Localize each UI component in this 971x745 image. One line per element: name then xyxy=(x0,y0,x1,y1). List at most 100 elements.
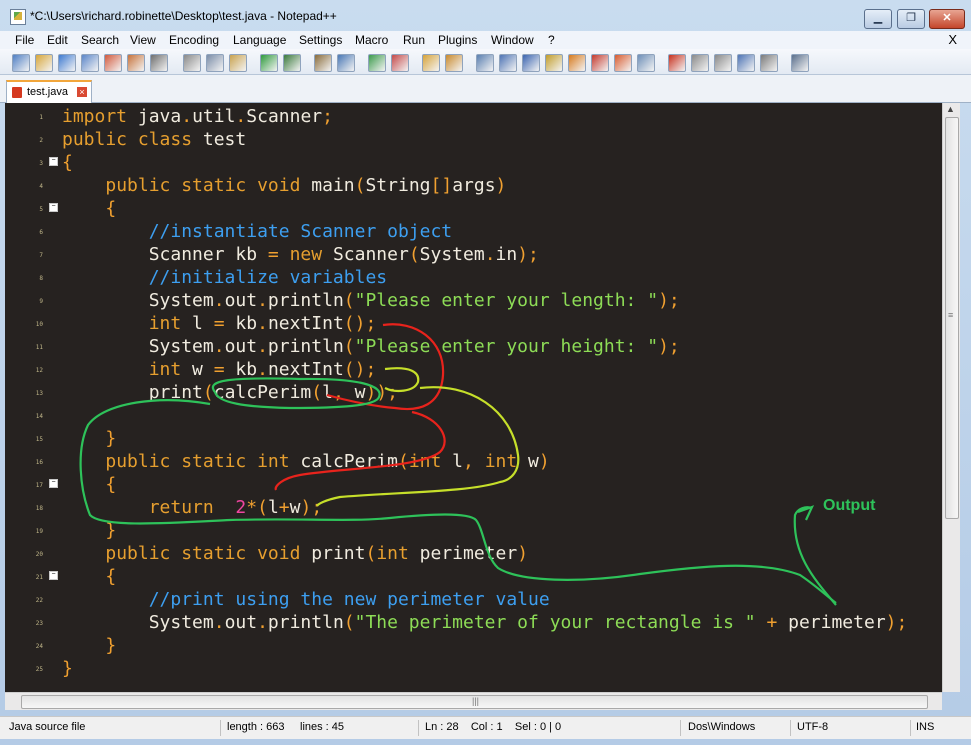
monitor-icon[interactable] xyxy=(637,54,655,72)
code-line[interactable]: public static int calcPerim(int l, int w… xyxy=(62,450,549,473)
fold-margin: − − − − xyxy=(45,103,60,692)
menu-encoding[interactable]: Encoding xyxy=(169,33,219,47)
menu-settings[interactable]: Settings xyxy=(299,33,342,47)
close-all-icon[interactable] xyxy=(127,54,145,72)
close-icon[interactable] xyxy=(104,54,122,72)
code-line[interactable]: public static void main(String[]args) xyxy=(62,174,506,197)
menu-language[interactable]: Language xyxy=(233,33,286,47)
fold-toggle-icon[interactable]: − xyxy=(49,571,58,580)
code-token: { xyxy=(62,152,73,173)
code-line[interactable]: return 2*(l+w); xyxy=(62,496,322,519)
menu-search[interactable]: Search xyxy=(81,33,119,47)
horizontal-scrollbar[interactable]: ||| xyxy=(5,692,942,710)
code-token: . xyxy=(257,313,268,334)
code-line[interactable]: System.out.println("Please enter your le… xyxy=(62,289,680,312)
undo-icon[interactable] xyxy=(260,54,278,72)
code-line[interactable]: import java.util.Scanner; xyxy=(62,105,333,128)
vertical-scrollbar[interactable]: ▲ ≡ xyxy=(942,103,960,692)
code-line[interactable]: } xyxy=(62,634,116,657)
code-line[interactable]: { xyxy=(62,151,73,174)
user-lang-icon[interactable] xyxy=(568,54,586,72)
vertical-scroll-thumb[interactable]: ≡ xyxy=(945,117,959,519)
code-token: ( xyxy=(343,612,355,633)
zoom-in-icon[interactable] xyxy=(368,54,386,72)
run-macro-icon[interactable] xyxy=(737,54,755,72)
line-number: 6 xyxy=(39,229,43,236)
scroll-up-arrow[interactable]: ▲ xyxy=(946,104,955,114)
code-token: int xyxy=(376,543,409,564)
record-macro-icon[interactable] xyxy=(668,54,686,72)
menu-macro[interactable]: Macro xyxy=(355,33,388,47)
line-number: 13 xyxy=(35,390,43,397)
play-macro-icon[interactable] xyxy=(714,54,732,72)
code-token: //print using the new perimeter value xyxy=(148,589,550,610)
copy-icon[interactable] xyxy=(206,54,224,72)
code-line[interactable]: } xyxy=(62,519,116,542)
sync-vertical-icon[interactable] xyxy=(422,54,440,72)
title-bar[interactable]: *C:\Users\richard.robinette\Desktop\test… xyxy=(0,0,971,32)
fold-toggle-icon[interactable]: − xyxy=(49,479,58,488)
launch-icon[interactable] xyxy=(791,54,809,72)
function-list-icon[interactable] xyxy=(545,54,563,72)
save-all-icon[interactable] xyxy=(81,54,99,72)
save-icon[interactable] xyxy=(58,54,76,72)
menu-help[interactable]: ? xyxy=(548,33,555,47)
code-line[interactable]: public class test xyxy=(62,128,246,151)
indent-guide-icon[interactable] xyxy=(522,54,540,72)
restore-button[interactable]: ❐ xyxy=(897,9,925,29)
menu-view[interactable]: View xyxy=(130,33,156,47)
code-line[interactable]: int w = kb.nextInt(); xyxy=(62,358,377,381)
code-line[interactable]: System.out.println("The perimeter of you… xyxy=(62,611,908,634)
close-document-button[interactable]: X xyxy=(948,32,957,47)
code-editor[interactable]: 1 2 3 4 5 6 7 8 9 10 11 12 13 14 15 16 17 18 19 20 21 22 23 24 2… xyxy=(5,103,942,692)
code-line[interactable]: //print using the new perimeter value xyxy=(62,588,550,611)
code-token: } xyxy=(105,428,117,449)
tab-close-icon[interactable]: × xyxy=(77,87,87,97)
menu-file[interactable]: File xyxy=(15,33,34,47)
fold-toggle-icon[interactable]: − xyxy=(49,203,58,212)
line-number: 22 xyxy=(35,597,43,604)
doc-map-icon[interactable] xyxy=(591,54,609,72)
menu-window[interactable]: Window xyxy=(491,33,534,47)
code-line[interactable]: } xyxy=(62,427,116,450)
open-file-icon[interactable] xyxy=(35,54,53,72)
code-line[interactable]: //instantiate Scanner object xyxy=(62,220,452,243)
zoom-out-icon[interactable] xyxy=(391,54,409,72)
code-line[interactable]: { xyxy=(62,565,116,588)
close-window-button[interactable]: ✕ xyxy=(929,9,965,29)
redo-icon[interactable] xyxy=(283,54,301,72)
menu-plugins[interactable]: Plugins xyxy=(438,33,477,47)
show-all-chars-icon[interactable] xyxy=(499,54,517,72)
code-line[interactable]: //initialize variables xyxy=(62,266,387,289)
menu-run[interactable]: Run xyxy=(403,33,425,47)
word-wrap-icon[interactable] xyxy=(476,54,494,72)
minimize-button[interactable]: ▁ xyxy=(864,9,892,29)
fold-toggle-icon[interactable]: − xyxy=(49,157,58,166)
sync-horizontal-icon[interactable] xyxy=(445,54,463,72)
code-line[interactable]: public static void print(int perimeter) xyxy=(62,542,528,565)
code-line[interactable]: print(calcPerim(l, w)); xyxy=(62,381,398,404)
new-file-icon[interactable] xyxy=(12,54,30,72)
tab-test-java[interactable]: test.java × xyxy=(6,80,92,103)
code-line[interactable]: { xyxy=(62,197,116,220)
status-length: length : 663 xyxy=(227,721,285,733)
code-line[interactable]: Scanner kb = new Scanner(System.in); xyxy=(62,243,539,266)
menu-edit[interactable]: Edit xyxy=(47,33,68,47)
code-token: [] xyxy=(430,175,453,196)
replace-icon[interactable] xyxy=(337,54,355,72)
code-line[interactable]: int l = kb.nextInt(); xyxy=(62,312,377,335)
paste-icon[interactable] xyxy=(229,54,247,72)
horizontal-scroll-thumb[interactable]: ||| xyxy=(21,695,928,709)
print-icon[interactable] xyxy=(150,54,168,72)
code-line[interactable]: { xyxy=(62,473,116,496)
code-area[interactable]: import java.util.Scanner; public class te… xyxy=(62,103,942,692)
code-line[interactable]: System.out.println("Please enter your he… xyxy=(62,335,680,358)
code-line[interactable]: } xyxy=(62,657,73,680)
line-number: 19 xyxy=(35,528,43,535)
folder-icon[interactable] xyxy=(614,54,632,72)
cut-icon[interactable] xyxy=(183,54,201,72)
stop-macro-icon[interactable] xyxy=(691,54,709,72)
find-icon[interactable] xyxy=(314,54,332,72)
save-macro-icon[interactable] xyxy=(760,54,778,72)
